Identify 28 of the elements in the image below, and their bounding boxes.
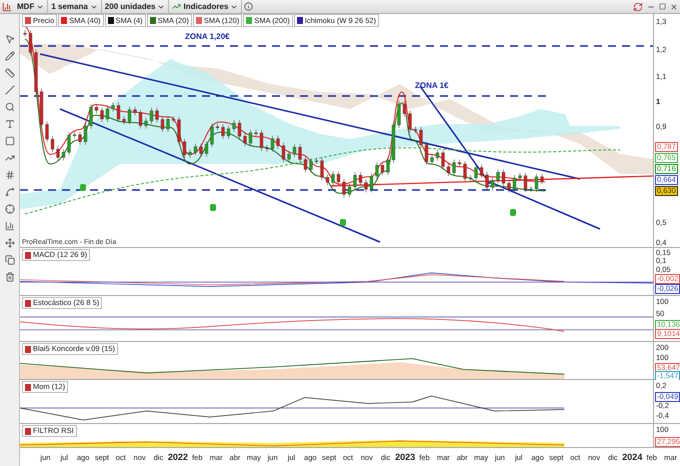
copy-icon[interactable] — [2, 253, 16, 266]
refresh-icon[interactable] — [631, 0, 645, 13]
zone-label: ZONA 1€ — [415, 81, 448, 90]
time-axis-label: 2024 — [622, 452, 642, 462]
ruler-icon[interactable] — [2, 66, 16, 79]
move-icon[interactable] — [2, 236, 16, 249]
line-icon[interactable] — [2, 83, 16, 96]
instrument-dropdown[interactable]: MDF — [14, 0, 48, 13]
color-swatch — [25, 252, 31, 258]
crosshair-icon[interactable] — [2, 202, 16, 215]
time-axis-label: 2022 — [168, 452, 188, 462]
units-dropdown[interactable]: 200 unidades — [102, 0, 170, 13]
time-axis-label: 2023 — [395, 452, 416, 462]
info-icon[interactable] — [242, 0, 256, 13]
chart-type-icon[interactable] — [0, 0, 14, 13]
zone-label: ZONA 1,20€ — [185, 32, 230, 41]
trend-icon — [172, 2, 182, 11]
indicators-button[interactable]: Indicadores — [169, 0, 242, 13]
trend-line[interactable] — [40, 53, 580, 180]
color-swatch — [25, 346, 31, 352]
pencil-icon[interactable] — [2, 49, 16, 62]
color-swatch — [25, 300, 31, 306]
color-swatch — [25, 384, 31, 390]
trend-line[interactable] — [330, 175, 653, 187]
dashed-level-line[interactable] — [20, 45, 653, 47]
period-dropdown[interactable]: 1 semana — [48, 0, 102, 13]
color-swatch — [25, 428, 31, 434]
trend-line[interactable] — [490, 181, 600, 230]
